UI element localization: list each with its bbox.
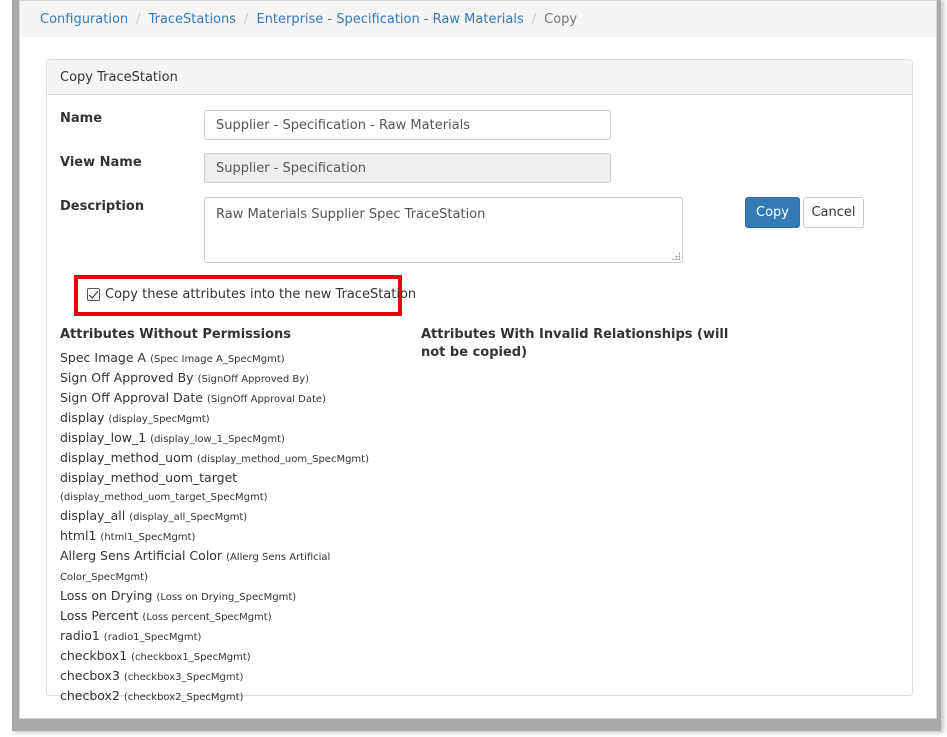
attribute-name: Sign Off Approved By — [60, 370, 194, 385]
breadcrumb-configuration[interactable]: Configuration — [40, 12, 128, 27]
copy-attributes-option[interactable]: Copy these attributes into the new Trace… — [87, 287, 416, 302]
attributes-without-permissions-heading: Attributes Without Permissions — [60, 327, 292, 342]
attribute-name: checbox3 — [60, 668, 120, 683]
breadcrumb-separator: / — [244, 11, 249, 27]
attributes-without-permissions-list: Spec Image A (Spec Image A_SpecMgmt) Sign… — [60, 349, 380, 707]
attribute-list-item: display_low_1 (display_low_1_SpecMgmt) — [60, 429, 380, 449]
attribute-code: (checkbox2_SpecMgmt) — [123, 692, 244, 703]
attribute-code: (display_method_uom_SpecMgmt) — [196, 454, 369, 465]
attribute-name: Loss on Drying — [60, 588, 153, 603]
attribute-code: (checkbox1_SpecMgmt) — [131, 652, 251, 663]
attribute-name: html1 — [60, 528, 97, 543]
attribute-name: display — [60, 410, 105, 425]
attribute-list-item: display (display_SpecMgmt) — [60, 409, 380, 429]
attribute-code: (display_method_uom_target_SpecMgmt) — [60, 492, 268, 503]
attribute-name: display_low_1 — [60, 430, 147, 445]
breadcrumb-separator: / — [531, 11, 537, 27]
attribute-list-item: checkbox1 (checkbox1_SpecMgmt) — [60, 647, 380, 667]
attribute-list-item: Spec Image A (Spec Image A_SpecMgmt) — [60, 349, 380, 369]
name-label: Name — [60, 111, 103, 126]
attribute-code: (display_SpecMgmt) — [108, 414, 210, 425]
copy-button[interactable]: Copy — [745, 197, 800, 228]
attribute-name: display_all — [60, 508, 126, 523]
description-textarea[interactable]: Raw Materials Supplier Spec TraceStation — [204, 197, 683, 263]
breadcrumb-current: Copy — [544, 11, 578, 27]
breadcrumb-separator: / — [136, 11, 141, 27]
attribute-name: Loss Percent — [60, 608, 139, 623]
attribute-name: Spec Image A — [60, 350, 147, 365]
page-window: Configuration / TraceStations / Enterpri… — [19, 0, 937, 719]
attribute-code: (Loss percent_SpecMgmt) — [142, 612, 272, 623]
attribute-list-item: radio1 (radio1_SpecMgmt) — [60, 627, 380, 647]
attribute-list-item: Allerg Sens Artificial Color (Allerg Sen… — [60, 547, 380, 587]
resize-grip-icon[interactable] — [672, 252, 680, 260]
attribute-list-item: Sign Off Approval Date (SignOff Approval… — [60, 389, 380, 409]
attribute-code: (radio1_SpecMgmt) — [103, 632, 202, 643]
breadcrumb-enterprise-specification[interactable]: Enterprise - Specification - Raw Materia… — [256, 12, 523, 27]
attribute-list-item: display_method_uom (display_method_uom_S… — [60, 449, 380, 469]
attribute-code: (SignOff Approved By) — [197, 374, 310, 385]
attribute-list-item: Loss on Drying (Loss on Drying_SpecMgmt) — [60, 587, 380, 607]
attributes-invalid-relationships-heading: Attributes With Invalid Relationships (w… — [421, 327, 729, 360]
attribute-list-item: checbox3 (checkbox3_SpecMgmt) — [60, 667, 380, 687]
cancel-button[interactable]: Cancel — [803, 197, 864, 228]
attribute-name: display_method_uom_target — [60, 470, 238, 485]
copy-tracestation-panel: Copy TraceStation Name Supplier - Specif… — [46, 59, 913, 703]
name-input[interactable]: Supplier - Specification - Raw Materials — [204, 110, 611, 140]
attribute-name: checkbox1 — [60, 648, 128, 663]
description-label: Description — [60, 199, 145, 214]
panel-title: Copy TraceStation — [47, 60, 912, 95]
attribute-list-item: checbox2 (checkbox2_SpecMgmt) — [60, 687, 380, 707]
attribute-code: (display_low_1_SpecMgmt) — [150, 434, 285, 445]
attribute-list-item: Loss Percent (Loss percent_SpecMgmt) — [60, 607, 380, 627]
copy-attributes-checkbox[interactable] — [87, 288, 100, 301]
attribute-list-item: Sign Off Approved By (SignOff Approved B… — [60, 369, 380, 389]
attribute-name: Sign Off Approval Date — [60, 390, 203, 405]
breadcrumb-tracestations[interactable]: TraceStations — [149, 12, 236, 27]
view-name-input[interactable]: Supplier - Specification — [204, 153, 611, 183]
attribute-list-item: html1 (html1_SpecMgmt) — [60, 527, 380, 547]
attribute-code: (Spec Image A_SpecMgmt) — [150, 354, 285, 365]
attribute-code: (checkbox3_SpecMgmt) — [123, 672, 244, 683]
attribute-name: radio1 — [60, 628, 100, 643]
attribute-code: (display_all_SpecMgmt) — [129, 512, 248, 523]
attribute-list-item: display_all (display_all_SpecMgmt) — [60, 507, 380, 527]
breadcrumb: Configuration / TraceStations / Enterpri… — [20, 1, 936, 37]
attribute-name: checbox2 — [60, 688, 120, 703]
attribute-code: (Loss on Drying_SpecMgmt) — [156, 592, 297, 603]
attribute-list-item: display_method_uom_target (display_metho… — [60, 469, 380, 507]
description-text: Raw Materials Supplier Spec TraceStation — [216, 207, 486, 222]
view-name-label: View Name — [60, 155, 142, 170]
attribute-code: (html1_SpecMgmt) — [100, 532, 196, 543]
attribute-code: (SignOff Approval Date) — [206, 394, 326, 405]
copy-attributes-label[interactable]: Copy these attributes into the new Trace… — [105, 287, 416, 302]
attribute-name: Allerg Sens Artificial Color — [60, 548, 223, 563]
attribute-name: display_method_uom — [60, 450, 193, 465]
